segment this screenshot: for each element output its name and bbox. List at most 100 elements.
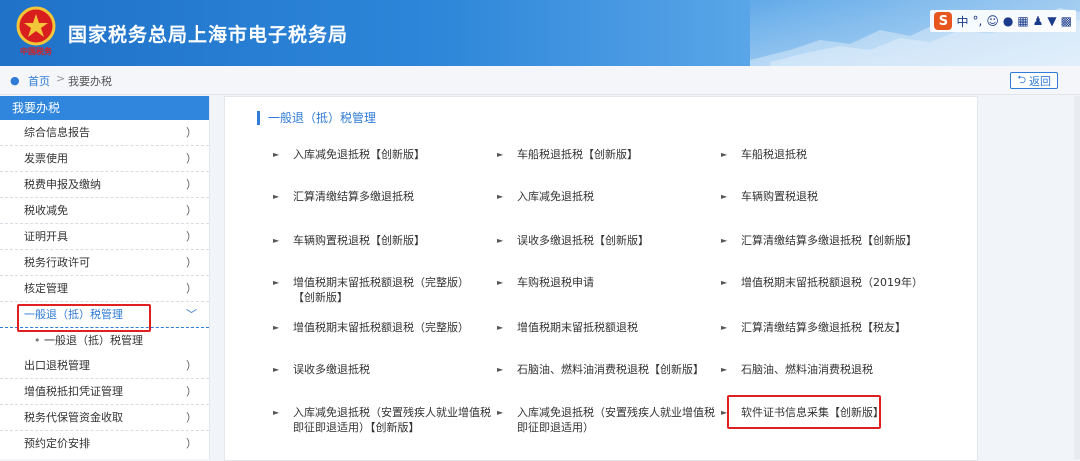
- sidebar-item-tax-relief[interactable]: 税收减免 ）: [0, 198, 209, 224]
- back-button[interactable]: ⮌ 返回: [1010, 72, 1058, 89]
- service-link[interactable]: ► 误收多缴退抵税: [273, 362, 493, 377]
- triangle-bullet-icon: ►: [497, 278, 504, 287]
- service-link-label: 车购税退税申请: [517, 276, 594, 289]
- service-link[interactable]: ► 入库减免退抵税【创新版】: [273, 147, 493, 162]
- chevron-right-icon: ）: [186, 230, 197, 243]
- service-link[interactable]: ► 汇算清缴结算多缴退抵税【税友】: [721, 320, 951, 335]
- sidebar-item-general-refund[interactable]: 一般退（抵）税管理 ﹀: [0, 302, 209, 328]
- service-link[interactable]: ► 车辆购置税退税: [721, 189, 941, 204]
- service-link[interactable]: ► 增值税期末留抵税额退税（完整版）: [273, 320, 493, 335]
- service-link[interactable]: ► 车辆购置税退税【创新版】: [273, 233, 493, 248]
- keyboard-icon[interactable]: ▦: [1017, 14, 1028, 28]
- chevron-right-icon: ）: [186, 411, 197, 424]
- tax-emblem-logo[interactable]: 中国税务: [10, 4, 62, 60]
- section-title: 一般退（抵）税管理: [257, 111, 376, 125]
- breadcrumb: ● 首页 > 我要办税 ⮌ 返回: [0, 66, 1080, 95]
- smile-icon[interactable]: ☺: [986, 14, 999, 28]
- service-link[interactable]: ► 误收多缴退抵税【创新版】: [497, 233, 717, 248]
- service-link[interactable]: ► 软件证书信息采集【创新版】: [721, 405, 941, 420]
- triangle-bullet-icon: ►: [273, 192, 280, 201]
- triangle-bullet-icon: ►: [721, 278, 728, 287]
- sidebar-item-label: 税费申报及缴纳: [24, 178, 101, 191]
- sidebar: 我要办税 综合信息报告） 发票使用） 税费申报及缴纳） 税收减免） 证明开具） …: [0, 96, 210, 459]
- sidebar-item-info-report[interactable]: 综合信息报告 ）: [0, 120, 209, 146]
- ime-lang-toggle[interactable]: 中: [956, 13, 968, 30]
- sidebar-item-certificate[interactable]: 证明开具 ）: [0, 224, 209, 250]
- triangle-bullet-icon: ►: [721, 365, 728, 374]
- grid-icon[interactable]: ▩: [1061, 14, 1072, 28]
- site-header: 中国税务 国家税务总局上海市电子税务局 S 中 °, ☺ ● ▦ ♟ ▼ ▩: [0, 0, 1080, 66]
- service-link[interactable]: ► 车购税退税申请: [497, 275, 717, 290]
- sidebar-item-label: 增值税抵扣凭证管理: [24, 385, 123, 398]
- shirt-icon[interactable]: ▼: [1047, 14, 1056, 28]
- service-link-label: 入库减免退抵税（安置残疾人就业增值税即征即退适用）【创新版】: [293, 406, 491, 434]
- chevron-down-icon: ﹀: [186, 308, 197, 321]
- service-link[interactable]: ► 入库减免退抵税: [497, 189, 717, 204]
- ime-toolbar[interactable]: S 中 °, ☺ ● ▦ ♟ ▼ ▩: [930, 10, 1076, 32]
- sidebar-item-vat-deduction[interactable]: 增值税抵扣凭证管理 ）: [0, 379, 209, 405]
- triangle-bullet-icon: ►: [721, 150, 728, 159]
- chevron-right-icon: ）: [186, 282, 197, 295]
- sidebar-item-label: 预约定价安排: [24, 437, 90, 450]
- service-link-label: 汇算清缴结算多缴退抵税【创新版】: [741, 234, 917, 247]
- triangle-bullet-icon: ►: [721, 323, 728, 332]
- service-link[interactable]: ► 入库减免退抵税（安置残疾人就业增值税即征即退适用）: [497, 405, 723, 435]
- main-panel: 一般退（抵）税管理 ► 入库减免退抵税【创新版】 ► 车船税退抵税【创新版】 ► 车船…: [224, 96, 978, 461]
- sidebar-item-label: 核定管理: [24, 282, 68, 295]
- service-link-label: 增值税期末留抵税额退税: [517, 321, 638, 334]
- bullet-icon: •: [34, 334, 41, 347]
- ime-punct-toggle[interactable]: °,: [972, 14, 982, 28]
- chevron-right-icon: ）: [186, 178, 197, 191]
- user-icon[interactable]: ♟: [1033, 14, 1044, 28]
- sidebar-item-admin-permit[interactable]: 税务行政许可 ）: [0, 250, 209, 276]
- service-link[interactable]: ► 汇算清缴结算多缴退抵税: [273, 189, 493, 204]
- triangle-bullet-icon: ►: [497, 236, 504, 245]
- page-scrollbar[interactable]: [1074, 96, 1080, 459]
- chevron-right-icon: ）: [186, 126, 197, 139]
- sidebar-item-export-refund[interactable]: 出口退税管理 ）: [0, 353, 209, 379]
- breadcrumb-home-link[interactable]: 首页: [28, 73, 50, 89]
- triangle-bullet-icon: ►: [497, 323, 504, 332]
- service-link-label: 软件证书信息采集【创新版】: [741, 406, 884, 419]
- service-link-label: 误收多缴退抵税: [293, 363, 370, 376]
- sidebar-item-invoice[interactable]: 发票使用 ）: [0, 146, 209, 172]
- chevron-right-icon: ）: [186, 437, 197, 450]
- triangle-bullet-icon: ►: [497, 408, 504, 417]
- sidebar-item-declare-pay[interactable]: 税费申报及缴纳 ）: [0, 172, 209, 198]
- triangle-bullet-icon: ►: [273, 150, 280, 159]
- sidebar-subitem-general-refund[interactable]: • 一般退（抵）税管理: [0, 328, 209, 353]
- service-link-label: 汇算清缴结算多缴退抵税【税友】: [741, 321, 906, 334]
- chevron-right-icon: ）: [186, 152, 197, 165]
- breadcrumb-separator: >: [56, 72, 66, 85]
- service-link[interactable]: ► 汇算清缴结算多缴退抵税【创新版】: [721, 233, 951, 248]
- service-link[interactable]: ► 入库减免退抵税（安置残疾人就业增值税即征即退适用）【创新版】: [273, 405, 499, 435]
- service-link[interactable]: ► 增值税期末留抵税额退税（2019年）: [721, 275, 951, 290]
- triangle-bullet-icon: ►: [497, 365, 504, 374]
- service-link[interactable]: ► 车船税退抵税【创新版】: [497, 147, 717, 162]
- sidebar-item-label: 税务行政许可: [24, 256, 90, 269]
- service-link[interactable]: ► 增值税期末留抵税额退税: [497, 320, 717, 335]
- breadcrumb-current: 我要办税: [68, 75, 112, 88]
- service-link-label: 车船税退抵税【创新版】: [517, 148, 638, 161]
- triangle-bullet-icon: ►: [273, 408, 280, 417]
- sidebar-item-custody-funds[interactable]: 税务代保管资金收取 ）: [0, 405, 209, 431]
- service-link-label: 增值税期末留抵税额退税（完整版）【创新版】: [293, 276, 469, 304]
- service-link[interactable]: ► 石脑油、燃料油消费税退税【创新版】: [497, 362, 717, 377]
- chevron-right-icon: ）: [186, 359, 197, 372]
- sidebar-item-assessment[interactable]: 核定管理 ）: [0, 276, 209, 302]
- sogou-logo-icon[interactable]: S: [934, 12, 953, 30]
- triangle-bullet-icon: ►: [273, 365, 280, 374]
- sidebar-subitem-label: 一般退（抵）税管理: [44, 334, 143, 347]
- triangle-bullet-icon: ►: [497, 192, 504, 201]
- return-arrow-icon: ⮌: [1017, 73, 1026, 86]
- service-link-label: 增值税期末留抵税额退税（2019年）: [741, 276, 923, 289]
- service-link[interactable]: ► 增值税期末留抵税额退税（完整版）【创新版】: [273, 275, 483, 305]
- mic-icon[interactable]: ●: [1003, 14, 1013, 28]
- service-link[interactable]: ► 车船税退抵税: [721, 147, 941, 162]
- service-link[interactable]: ► 石脑油、燃料油消费税退税: [721, 362, 941, 377]
- emblem-caption: 中国税务: [20, 47, 52, 56]
- triangle-bullet-icon: ►: [273, 236, 280, 245]
- service-link-label: 增值税期末留抵税额退税（完整版）: [293, 321, 469, 334]
- triangle-bullet-icon: ►: [497, 150, 504, 159]
- sidebar-item-pricing-arrangement[interactable]: 预约定价安排 ）: [0, 431, 209, 456]
